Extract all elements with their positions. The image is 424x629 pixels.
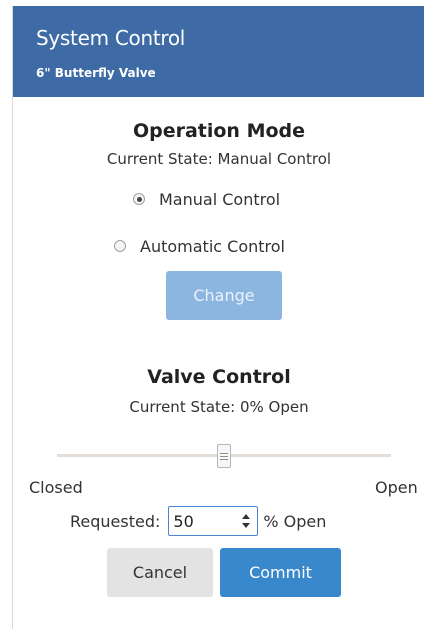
radio-unchecked-icon[interactable] bbox=[114, 240, 126, 252]
commit-button[interactable]: Commit bbox=[220, 548, 341, 597]
slider-handle-grip-icon[interactable] bbox=[217, 444, 231, 468]
radio-checked-icon[interactable] bbox=[133, 193, 145, 205]
requested-percent-field[interactable] bbox=[173, 510, 232, 532]
valve-control-current-state: Current State: 0% Open bbox=[129, 398, 309, 416]
operation-mode-title: Operation Mode bbox=[132, 120, 306, 142]
panel-title: System Control bbox=[36, 26, 186, 50]
slider-open-label: Open bbox=[375, 478, 418, 497]
requested-unit-label: % Open bbox=[263, 511, 327, 531]
up-down-spinner-icon[interactable] bbox=[241, 513, 251, 529]
spinner-up-arrow-icon[interactable] bbox=[242, 514, 251, 519]
radio-label-manual-control: Manual Control bbox=[159, 189, 281, 209]
radio-option-manual-control[interactable]: Manual Control bbox=[133, 188, 280, 210]
system-control-panel: System Control 6" Butterfly Valve Operat… bbox=[12, 6, 424, 629]
slider-closed-label: Closed bbox=[29, 478, 83, 497]
radio-label-automatic-control: Automatic Control bbox=[140, 236, 285, 256]
spinner-down-arrow-icon[interactable] bbox=[242, 523, 251, 528]
operation-mode-current-state: Current State: Manual Control bbox=[106, 150, 332, 168]
change-mode-button[interactable]: Change bbox=[166, 271, 282, 320]
requested-label: Requested: bbox=[70, 511, 161, 531]
panel-header: System Control 6" Butterfly Valve bbox=[13, 6, 424, 97]
valve-control-title: Valve Control bbox=[147, 366, 291, 388]
radio-option-automatic-control[interactable]: Automatic Control bbox=[114, 235, 285, 257]
panel-subtitle: 6" Butterfly Valve bbox=[36, 66, 156, 80]
requested-percent-input[interactable] bbox=[168, 506, 259, 536]
requested-position-row: Requested: % Open bbox=[70, 506, 326, 536]
cancel-button[interactable]: Cancel bbox=[107, 548, 213, 597]
